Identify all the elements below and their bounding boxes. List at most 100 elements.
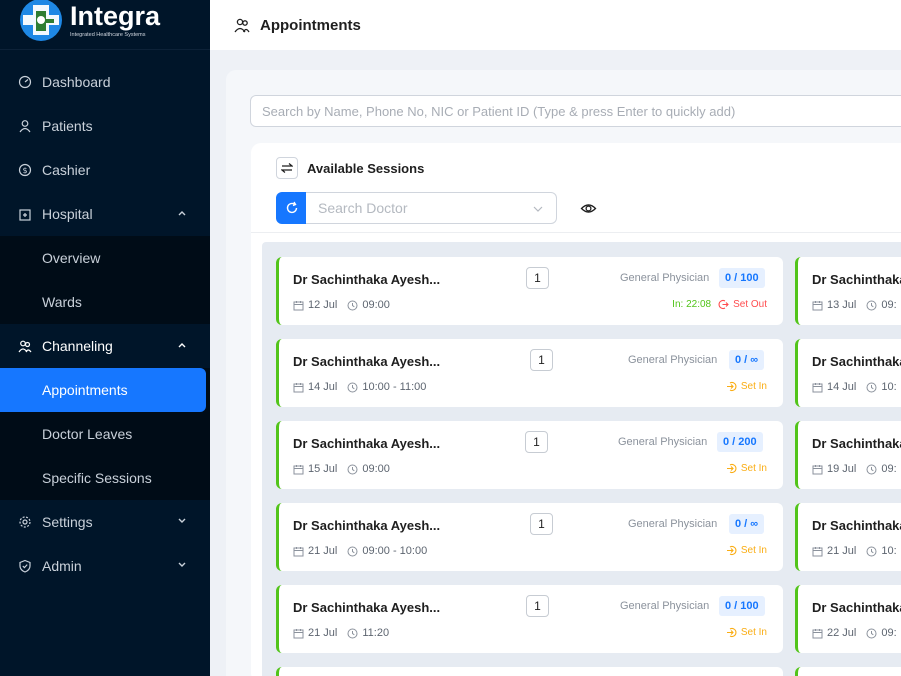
doctor-search-select[interactable]: Search Doctor [306, 192, 557, 224]
session-date: 13 Jul [827, 299, 857, 311]
clock-icon [347, 628, 358, 638]
doctor-specialty: General Physician [628, 354, 718, 366]
sidebar-item-dashboard[interactable]: Dashboard [0, 60, 210, 104]
sidebar-item-label: Channeling [42, 338, 113, 354]
brand-subtitle: Integrated Healthcare Systems [70, 31, 146, 38]
calendar-icon [812, 628, 823, 638]
sidebar-item-hospital[interactable]: Hospital [0, 192, 210, 236]
chevron-up-icon [178, 343, 186, 348]
channeling-submenu: Appointments Doctor Leaves Specific Sess… [0, 368, 210, 500]
brand-title: Integra [70, 0, 161, 31]
login-icon[interactable] [726, 463, 737, 474]
appointment-count-badge: 0 / 100 [719, 596, 765, 616]
session-card[interactable]: Dr Sachinthaka 19 Jul 09: [795, 421, 901, 489]
session-date: 22 Jul [827, 627, 857, 639]
session-card[interactable] [795, 667, 901, 676]
set-in-button[interactable]: Set In [741, 545, 767, 556]
patient-search-input[interactable]: Search by Name, Phone No, NIC or Patient… [250, 95, 901, 127]
session-datetime: 12 Jul 09:00 [293, 299, 390, 311]
clock-icon [866, 464, 877, 474]
clock-icon [866, 628, 877, 638]
session-card[interactable]: Dr Sachinthaka 14 Jul 10: [795, 339, 901, 407]
chevron-up-icon [178, 211, 186, 216]
session-status: In: 22:08 Set Out [672, 299, 767, 310]
set-in-button[interactable]: Set In [741, 463, 767, 474]
session-status: Set In [726, 545, 767, 556]
doctor-name: Dr Sachinthaka Ayesh... [293, 518, 441, 533]
sidebar-item-specific-sessions[interactable]: Specific Sessions [0, 456, 210, 500]
session-card[interactable]: Dr Sachinthaka Ayesh... 1 General Physic… [276, 257, 783, 325]
logo[interactable]: Integra Integrated Healthcare Systems [0, 0, 210, 50]
doctor-specialty: General Physician [620, 600, 710, 612]
doctor-specialty: General Physician [628, 518, 718, 530]
doctor-name: Dr Sachinthaka [812, 436, 901, 451]
session-card[interactable]: Dr Sachinthaka Ayesh... 1 General Physic… [276, 421, 783, 489]
swap-icon [281, 163, 293, 173]
session-status: Set In [726, 463, 767, 474]
page-header: Appointments [210, 0, 901, 50]
session-number: 1 [526, 267, 549, 289]
session-card[interactable]: Dr Sachinthaka Ayesh... 1 General Physic… [276, 339, 783, 407]
session-card[interactable]: Dr Sachinthaka Ayesh... 1 General Physic… [276, 503, 783, 571]
session-time: 09: [881, 299, 897, 311]
user-icon [19, 120, 31, 133]
session-card[interactable]: Dr Sachinthaka Ayesh... 1 General Physic… [276, 585, 783, 653]
sidebar: Integra Integrated Healthcare Systems Da… [0, 0, 210, 676]
eye-icon[interactable] [580, 200, 597, 217]
doctor-name: Dr Sachinthaka [812, 600, 901, 615]
login-icon[interactable] [726, 381, 737, 392]
sidebar-item-cashier[interactable]: $ Cashier [0, 148, 210, 192]
login-icon[interactable] [726, 545, 737, 556]
dollar-icon: $ [18, 163, 32, 177]
chevron-down-icon [178, 518, 186, 523]
clock-icon [347, 300, 358, 310]
dashboard-icon [18, 75, 32, 89]
calendar-icon [293, 382, 304, 392]
doctor-name: Dr Sachinthaka [812, 518, 901, 533]
sessions-title: Available Sessions [307, 160, 425, 176]
sidebar-item-label: Patients [42, 118, 93, 134]
session-card[interactable]: Dr Sachinthaka 13 Jul 09: [795, 257, 901, 325]
set-in-button[interactable]: Set In [741, 381, 767, 392]
sidebar-item-wards[interactable]: Wards [0, 280, 210, 324]
session-datetime: 22 Jul 09: [812, 627, 897, 639]
session-card[interactable] [276, 667, 783, 676]
hospital-submenu: Overview Wards [0, 236, 210, 324]
sidebar-item-settings[interactable]: Settings [0, 500, 210, 544]
sidebar-item-admin[interactable]: Admin [0, 544, 210, 588]
session-date: 21 Jul [827, 545, 857, 557]
session-number: 1 [525, 431, 548, 453]
login-icon[interactable] [726, 627, 737, 638]
session-number: 1 [526, 595, 549, 617]
clock-icon [866, 382, 877, 392]
users-icon [234, 18, 250, 33]
clock-icon [866, 300, 877, 310]
session-number: 1 [530, 349, 553, 371]
session-card[interactable]: Dr Sachinthaka 21 Jul 10: [795, 503, 901, 571]
in-time: In: 22:08 [672, 299, 712, 310]
session-time: 10: [881, 545, 897, 557]
doctor-name: Dr Sachinthaka Ayesh... [293, 272, 441, 287]
refresh-button[interactable] [276, 192, 307, 224]
refresh-icon [286, 201, 297, 214]
logout-icon[interactable] [718, 299, 729, 310]
sidebar-item-channeling[interactable]: Channeling [0, 324, 210, 368]
sidebar-item-overview[interactable]: Overview [0, 236, 210, 280]
set-in-button[interactable]: Set In [741, 627, 767, 638]
set-out-button[interactable]: Set Out [733, 299, 767, 310]
chevron-down-icon [533, 206, 543, 212]
logo-icon [20, 0, 62, 41]
calendar-icon [812, 546, 823, 556]
sidebar-item-patients[interactable]: Patients [0, 104, 210, 148]
sidebar-item-appointments[interactable]: Appointments [0, 368, 206, 412]
sidebar-item-doctor-leaves[interactable]: Doctor Leaves [0, 412, 210, 456]
hospital-icon [19, 209, 31, 221]
sidebar-nav: Dashboard Patients $ Cashier Hospital Ov… [0, 50, 210, 588]
swap-button[interactable] [276, 157, 298, 179]
session-datetime: 14 Jul 10: [812, 381, 897, 393]
session-time: 09:00 - 10:00 [362, 545, 428, 557]
chevron-down-icon [178, 562, 186, 567]
doctor-name: Dr Sachinthaka Ayesh... [293, 600, 441, 615]
session-card[interactable]: Dr Sachinthaka 22 Jul 09: [795, 585, 901, 653]
session-time: 10: [881, 381, 897, 393]
